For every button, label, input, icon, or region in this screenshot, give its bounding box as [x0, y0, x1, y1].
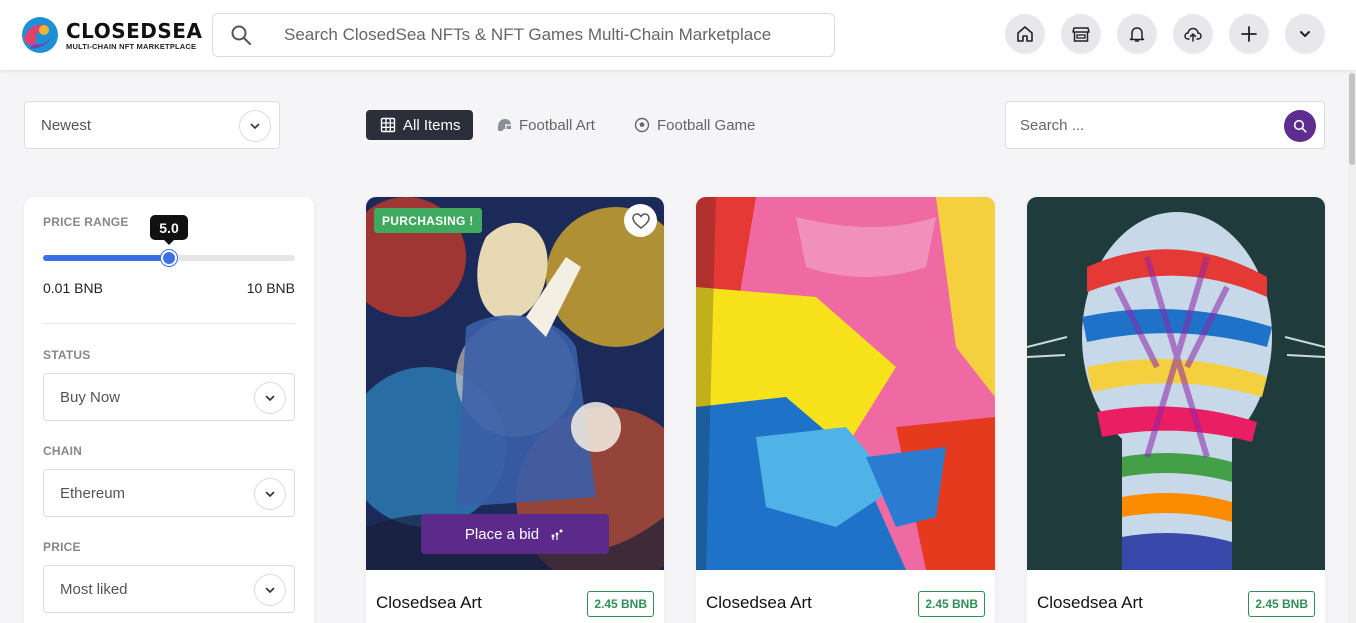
top-header: CLOSEDSEA MULTI-CHAIN NFT MARKETPLACE: [0, 0, 1356, 71]
upload-cloud-icon: [1184, 27, 1202, 42]
page-scrollbar[interactable]: [1348, 71, 1356, 623]
soccer-ball-icon: [634, 117, 650, 133]
tab-all-items-label: All Items: [403, 116, 461, 134]
chevron-down-icon: [265, 395, 275, 401]
account-menu-button[interactable]: [1285, 14, 1325, 54]
global-search-bar[interactable]: [212, 13, 835, 57]
chevron-down-icon: [265, 491, 275, 497]
nft-price: 2.45 BNB: [1248, 591, 1315, 617]
nft-title: Closedsea Art: [376, 593, 482, 612]
status-value: Buy Now: [60, 388, 121, 406]
scrollbar-thumb[interactable]: [1349, 73, 1355, 165]
brand-name: CLOSEDSEA: [66, 18, 203, 43]
price-range-max: 10 BNB: [246, 280, 295, 296]
brand-logo[interactable]: CLOSEDSEA MULTI-CHAIN NFT MARKETPLACE: [16, 14, 202, 56]
price-label: PRICE: [43, 540, 81, 554]
grid-icon: [380, 117, 396, 133]
store-icon: [1072, 27, 1090, 42]
status-badge: PURCHASING !: [374, 208, 482, 233]
tab-football-art-label: Football Art: [519, 116, 595, 134]
global-search-input[interactable]: [284, 25, 824, 45]
nft-title: Closedsea Art: [1037, 593, 1143, 612]
home-icon: [1017, 26, 1033, 42]
price-sort-select[interactable]: Most liked: [43, 565, 295, 613]
tab-football-game[interactable]: Football Game: [634, 110, 755, 140]
bid-hammer-icon: [551, 529, 563, 540]
price-range-slider[interactable]: 5.0: [43, 215, 295, 266]
price-range-tooltip: 5.0: [150, 215, 188, 245]
sort-value: Newest: [41, 116, 92, 134]
brand-tagline: MULTI-CHAIN NFT MARKETPLACE: [66, 41, 197, 51]
status-label: STATUS: [43, 348, 91, 362]
price-range-label: PRICE RANGE: [43, 215, 129, 229]
filter-divider: [43, 323, 295, 324]
status-toggle[interactable]: [254, 382, 286, 414]
place-bid-button[interactable]: Place a bid: [421, 514, 609, 554]
sort-toggle[interactable]: [239, 110, 271, 142]
create-button[interactable]: [1229, 14, 1269, 54]
tab-all-items[interactable]: All Items: [366, 110, 473, 140]
heart-icon: [631, 212, 650, 229]
items-search-bar[interactable]: [1005, 101, 1325, 149]
nft-price: 2.45 BNB: [587, 591, 654, 617]
filter-panel: PRICE RANGE 5.0 0.01 BNB 10 BNB STATUS B…: [24, 197, 314, 623]
search-icon: [231, 25, 251, 45]
tab-football-art[interactable]: Football Art: [496, 110, 595, 140]
price-range-min: 0.01 BNB: [43, 280, 103, 296]
nft-card[interactable]: PURCHASING ! Place a bid Closedsea Art 2…: [366, 197, 664, 623]
marketplace-button[interactable]: [1061, 14, 1101, 54]
nft-title: Closedsea Art: [706, 593, 812, 612]
search-icon: [1293, 119, 1307, 133]
place-bid-label: Place a bid: [464, 525, 540, 543]
chevron-down-icon: [250, 123, 260, 129]
nft-card[interactable]: Closedsea Art 2.45 BNB: [696, 197, 995, 623]
helmet-icon: [498, 119, 511, 131]
notifications-button[interactable]: [1117, 14, 1157, 54]
home-button[interactable]: [1005, 14, 1045, 54]
logo-mark-icon: [16, 14, 58, 56]
upload-button[interactable]: [1173, 14, 1213, 54]
chain-select[interactable]: Ethereum: [43, 469, 295, 517]
nft-image-paint-strokes[interactable]: [696, 197, 995, 570]
nft-card[interactable]: Closedsea Art 2.45 BNB: [1027, 197, 1325, 623]
nft-price: 2.45 BNB: [918, 591, 985, 617]
plus-icon: [1241, 26, 1257, 42]
price-range-fill: [43, 255, 169, 261]
sort-dropdown[interactable]: Newest: [24, 101, 280, 149]
bell-icon: [1129, 27, 1145, 42]
price-sort-toggle[interactable]: [254, 574, 286, 606]
nft-image-painted-face[interactable]: [1027, 197, 1325, 570]
favorite-button[interactable]: [624, 204, 657, 237]
chain-value: Ethereum: [60, 484, 126, 502]
chain-toggle[interactable]: [254, 478, 286, 510]
chain-label: CHAIN: [43, 444, 82, 458]
chevron-down-icon: [1300, 31, 1310, 37]
price-range-handle[interactable]: [161, 250, 177, 266]
status-select[interactable]: Buy Now: [43, 373, 295, 421]
items-search-input[interactable]: [1020, 116, 1270, 134]
tab-football-game-label: Football Game: [657, 116, 756, 134]
chevron-down-icon: [265, 587, 275, 593]
price-sort-value: Most liked: [60, 580, 128, 598]
items-search-button[interactable]: [1284, 110, 1316, 142]
